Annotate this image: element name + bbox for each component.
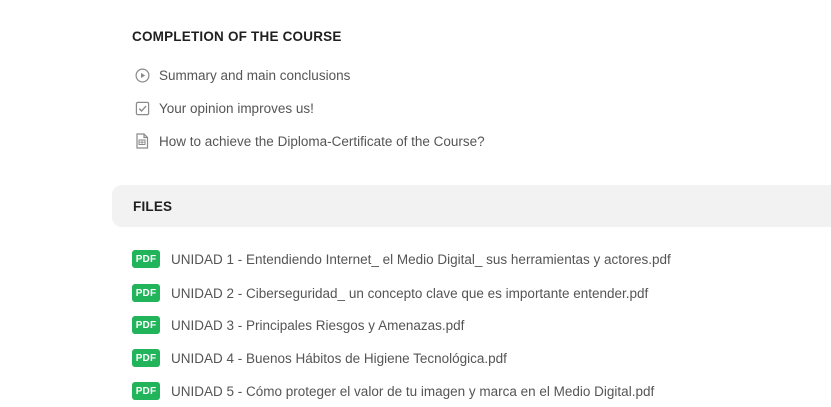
lesson-label: Your opinion improves us! (159, 100, 314, 116)
file-item-unidad-5[interactable]: PDF UNIDAD 5 - Cómo proteger el valor de… (132, 381, 654, 401)
pdf-icon: PDF (132, 382, 160, 400)
pdf-icon: PDF (132, 349, 160, 367)
document-icon (134, 133, 150, 149)
file-item-unidad-4[interactable]: PDF UNIDAD 4 - Buenos Hábitos de Higiene… (132, 348, 507, 368)
pdf-icon: PDF (132, 250, 160, 268)
lesson-summary[interactable]: Summary and main conclusions (132, 64, 350, 86)
file-name: UNIDAD 2 - Ciberseguridad_ un concepto c… (171, 285, 649, 301)
file-name: UNIDAD 1 - Entendiendo Internet_ el Medi… (171, 251, 671, 267)
pdf-icon: PDF (132, 316, 160, 334)
lesson-label: Summary and main conclusions (159, 67, 351, 83)
course-content-page: COMPLETION OF THE COURSE Summary and mai… (0, 0, 831, 407)
file-item-unidad-3[interactable]: PDF UNIDAD 3 - Principales Riesgos y Ame… (132, 315, 464, 335)
file-item-unidad-1[interactable]: PDF UNIDAD 1 - Entendiendo Internet_ el … (132, 249, 671, 269)
play-circle-icon (134, 67, 150, 83)
files-section-header[interactable]: FILES (112, 185, 831, 227)
checkbox-icon (134, 100, 150, 116)
file-item-unidad-2[interactable]: PDF UNIDAD 2 - Ciberseguridad_ un concep… (132, 283, 648, 303)
file-name: UNIDAD 4 - Buenos Hábitos de Higiene Tec… (171, 350, 507, 366)
pdf-icon: PDF (132, 284, 160, 302)
file-name: UNIDAD 5 - Cómo proteger el valor de tu … (171, 383, 655, 399)
lesson-diploma[interactable]: How to achieve the Diploma-Certificate o… (132, 130, 485, 152)
file-name: UNIDAD 3 - Principales Riesgos y Amenaza… (171, 317, 465, 333)
files-section-title: FILES (133, 198, 173, 214)
lesson-opinion[interactable]: Your opinion improves us! (132, 97, 314, 119)
lesson-label: How to achieve the Diploma-Certificate o… (159, 133, 485, 149)
completion-section-title: COMPLETION OF THE COURSE (132, 29, 342, 44)
